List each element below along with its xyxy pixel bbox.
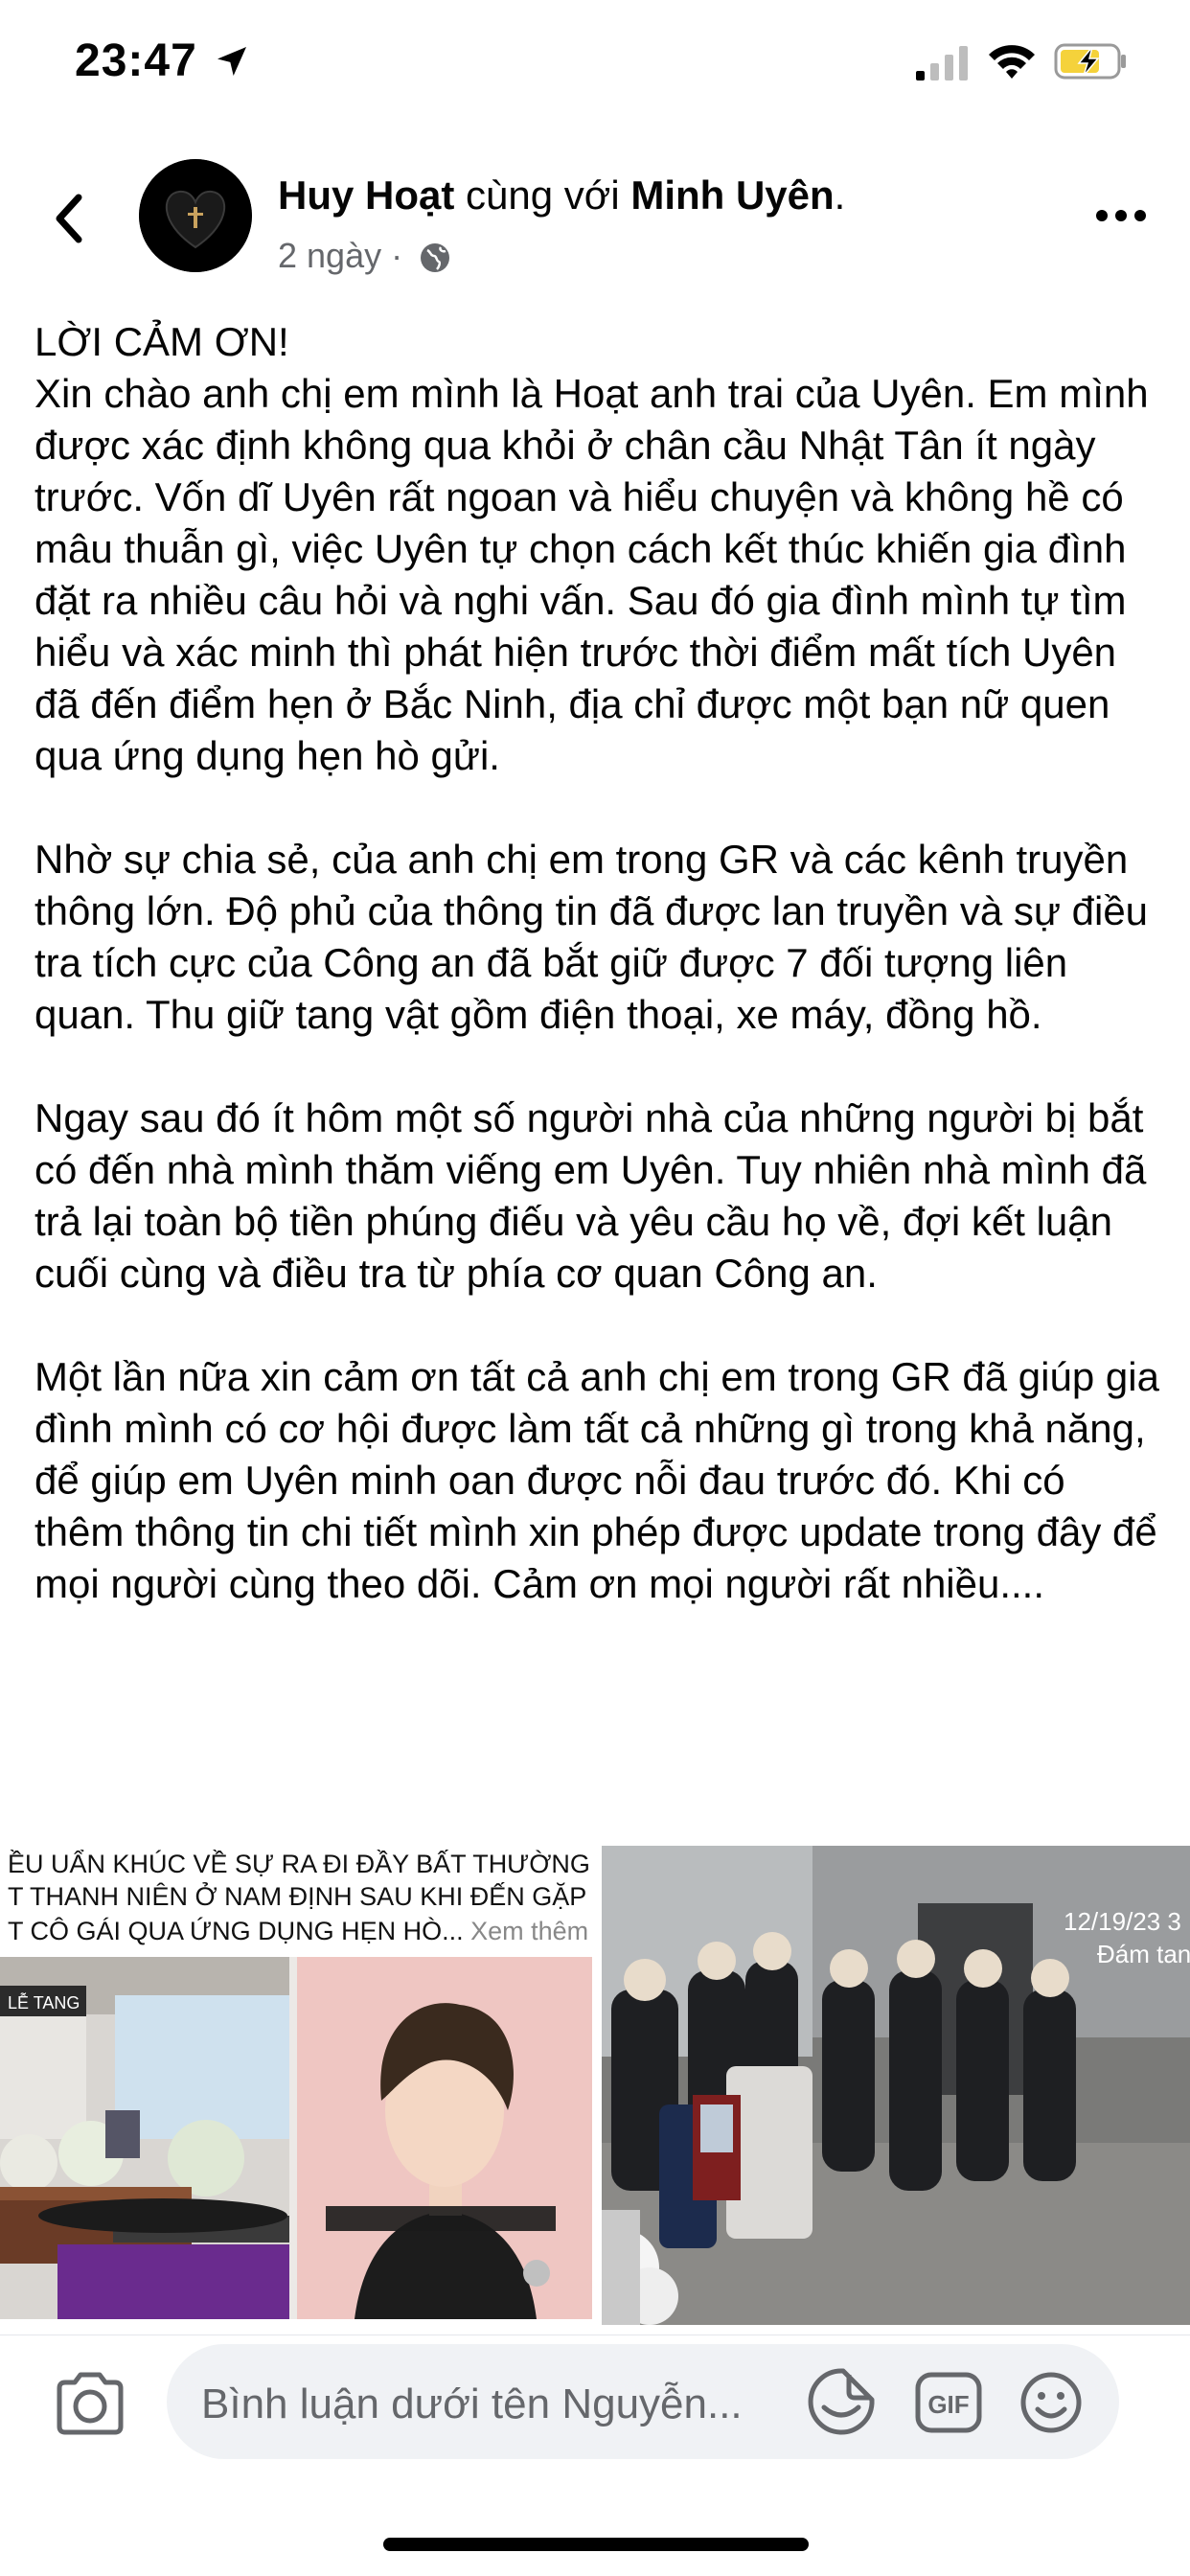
wifi-icon xyxy=(989,45,1035,79)
globe-icon xyxy=(421,243,450,273)
emoji-icon[interactable] xyxy=(1019,2371,1083,2434)
post-author-line: Huy Hoạt cùng với Minh Uyên. xyxy=(278,172,845,218)
photo-overlay-caption: Đám tan xyxy=(1097,1940,1190,1968)
cellular-signal-icon xyxy=(916,46,968,80)
sticker-icon[interactable] xyxy=(807,2367,876,2436)
tagged-name[interactable]: Minh Uyên xyxy=(630,172,834,218)
post-paragraph-4: Một lần nữa xin cảm ơn tất cả anh chị em… xyxy=(34,1354,1159,1606)
battery-charging-icon xyxy=(1054,43,1126,80)
photo-caption-box: ỀU UẨN KHÚC VỀ SỰ RA ĐI ĐẦY BẤT THƯỜNG C… xyxy=(0,1846,592,1957)
location-arrow-icon xyxy=(217,47,246,76)
gif-label: GIF xyxy=(927,2390,969,2419)
status-time: 23:47 xyxy=(75,35,197,86)
post-paragraph-2: Nhờ sự chia sẻ, của anh chị em trong GR … xyxy=(34,837,1149,1037)
post-paragraph-3: Ngay sau đó ít hôm một số người nhà của … xyxy=(34,1095,1147,1296)
funeral-scene-image: LỄ TANG xyxy=(0,1957,289,2319)
post-photo-left[interactable]: ỀU UẨN KHÚC VỀ SỰ RA ĐI ĐẦY BẤT THƯỜNG C… xyxy=(0,1846,592,2319)
with-text: cùng với xyxy=(454,172,631,218)
see-more-link: Xem thêm xyxy=(463,1917,589,1945)
portrait-image xyxy=(297,1957,592,2319)
meta-separator: · xyxy=(381,236,413,275)
post-paragraph-1: LỜI CẢM ƠN! Xin chào anh chị em mình là … xyxy=(34,319,1149,778)
period: . xyxy=(834,172,846,218)
post-text: LỜI CẢM ƠN! Xin chào anh chị em mình là … xyxy=(34,316,1165,1662)
more-options-icon[interactable] xyxy=(1094,201,1148,230)
home-indicator[interactable] xyxy=(383,2538,809,2551)
black-heart-icon xyxy=(139,159,252,272)
camera-icon[interactable] xyxy=(54,2371,126,2436)
post-time[interactable]: 2 ngày xyxy=(278,236,381,275)
post-meta: 2 ngày · xyxy=(278,236,452,276)
photo-caption-line: T THANH NIÊN Ở NAM ĐỊNH SAU KHI ĐẾN GẶP … xyxy=(8,1882,592,1911)
back-chevron-icon[interactable] xyxy=(48,190,90,247)
banner-text: LỄ TANG xyxy=(8,1992,80,2012)
status-bar: 23:47 xyxy=(0,0,1190,125)
photo-timestamp: 12/19/23 3 xyxy=(1064,1907,1181,1936)
photo-caption-text: T CÔ GÁI QUA ỨNG DỤNG HẸN HÒ... xyxy=(8,1917,464,1945)
photo-caption-line: ỀU UẨN KHÚC VỀ SỰ RA ĐI ĐẦY BẤT THƯỜNG C… xyxy=(8,1850,592,1878)
avatar[interactable] xyxy=(139,159,252,272)
gif-icon[interactable]: GIF xyxy=(914,2371,983,2434)
author-name[interactable]: Huy Hoạt xyxy=(278,172,454,218)
comment-placeholder: Bình luận dưới tên Nguyễn... xyxy=(201,2380,743,2427)
photo-caption-line: T CÔ GÁI QUA ỨNG DỤNG HẸN HÒ... Xem thêm xyxy=(8,1917,588,1946)
